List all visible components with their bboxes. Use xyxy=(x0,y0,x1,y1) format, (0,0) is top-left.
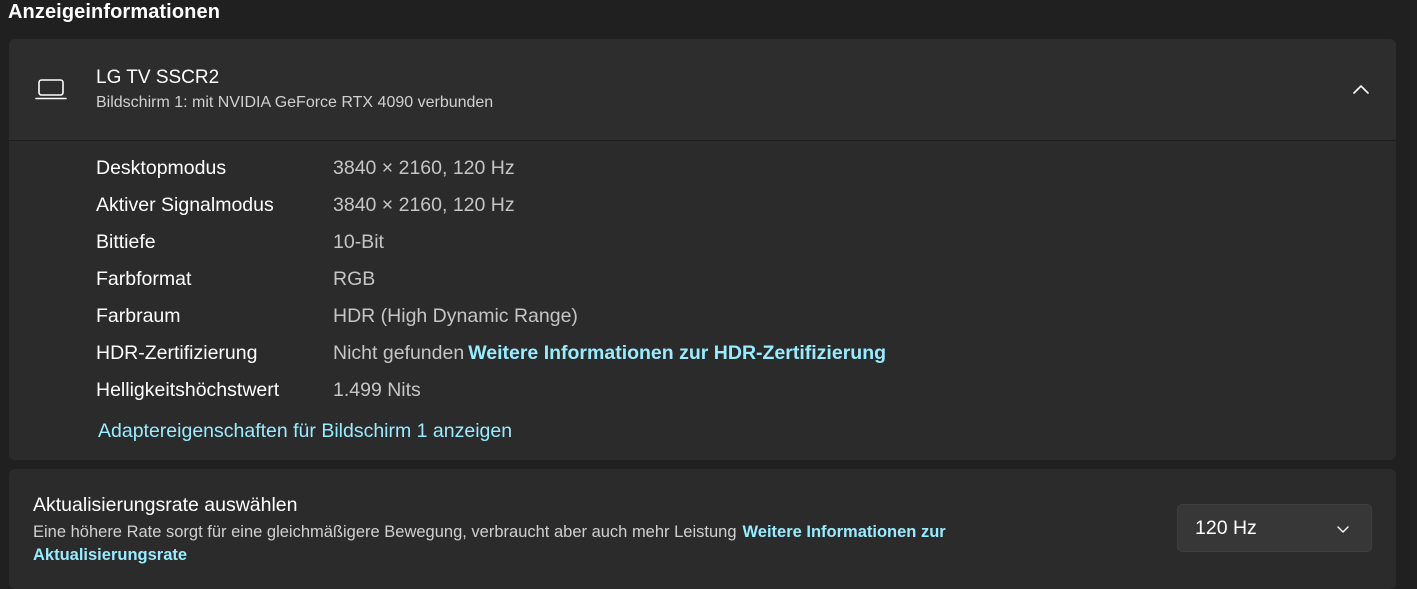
info-label: HDR-Zertifizierung xyxy=(96,342,258,364)
info-label: Desktopmodus xyxy=(96,157,227,179)
info-value: 10-Bit xyxy=(333,231,384,253)
info-value: 3840 × 2160, 120 Hz xyxy=(333,194,515,216)
info-label: Farbraum xyxy=(96,305,181,327)
refresh-rate-title: Aktualisierungsrate auswählen xyxy=(33,494,298,516)
refresh-rate-description: Eine höhere Rate sorgt für eine gleichmä… xyxy=(33,521,1093,567)
refresh-rate-selected-value: 120 Hz xyxy=(1195,517,1257,539)
info-value: RGB xyxy=(333,268,376,290)
info-value: 3840 × 2160, 120 Hz xyxy=(333,157,515,179)
refresh-rate-dropdown[interactable]: 120 Hz xyxy=(1177,504,1372,552)
info-value-with-link: Nicht gefunden Weitere Informationen zur … xyxy=(333,342,886,365)
hdr-certification-link[interactable]: Weitere Informationen zur HDR-Zertifizie… xyxy=(468,342,886,364)
info-label: Bittiefe xyxy=(96,231,156,253)
laptop-monitor-icon xyxy=(35,79,67,100)
info-label: Aktiver Signalmodus xyxy=(96,194,274,216)
info-label: Farbformat xyxy=(96,268,192,290)
section-title: Anzeigeinformationen xyxy=(8,1,221,23)
info-label: Helligkeitshöchstwert xyxy=(96,379,280,401)
chevron-up-icon[interactable] xyxy=(1352,81,1370,99)
chevron-down-icon xyxy=(1337,526,1349,533)
refresh-rate-description-text: Eine höhere Rate sorgt für eine gleichmä… xyxy=(33,523,737,541)
display-expander-header[interactable]: LG TV SSCR2 Bildschirm 1: mit NVIDIA GeF… xyxy=(9,39,1396,141)
display-info-card: LG TV SSCR2 Bildschirm 1: mit NVIDIA GeF… xyxy=(9,39,1396,460)
info-value: Nicht gefunden xyxy=(333,342,465,364)
display-subtitle: Bildschirm 1: mit NVIDIA GeForce RTX 409… xyxy=(96,94,494,111)
refresh-rate-card: Aktualisierungsrate auswählen Eine höher… xyxy=(9,469,1396,589)
adapter-properties-link[interactable]: Adaptereigenschaften für Bildschirm 1 an… xyxy=(98,420,512,443)
info-value: 1.499 Nits xyxy=(333,379,421,401)
display-name: LG TV SSCR2 xyxy=(96,67,220,88)
info-value: HDR (High Dynamic Range) xyxy=(333,305,578,327)
